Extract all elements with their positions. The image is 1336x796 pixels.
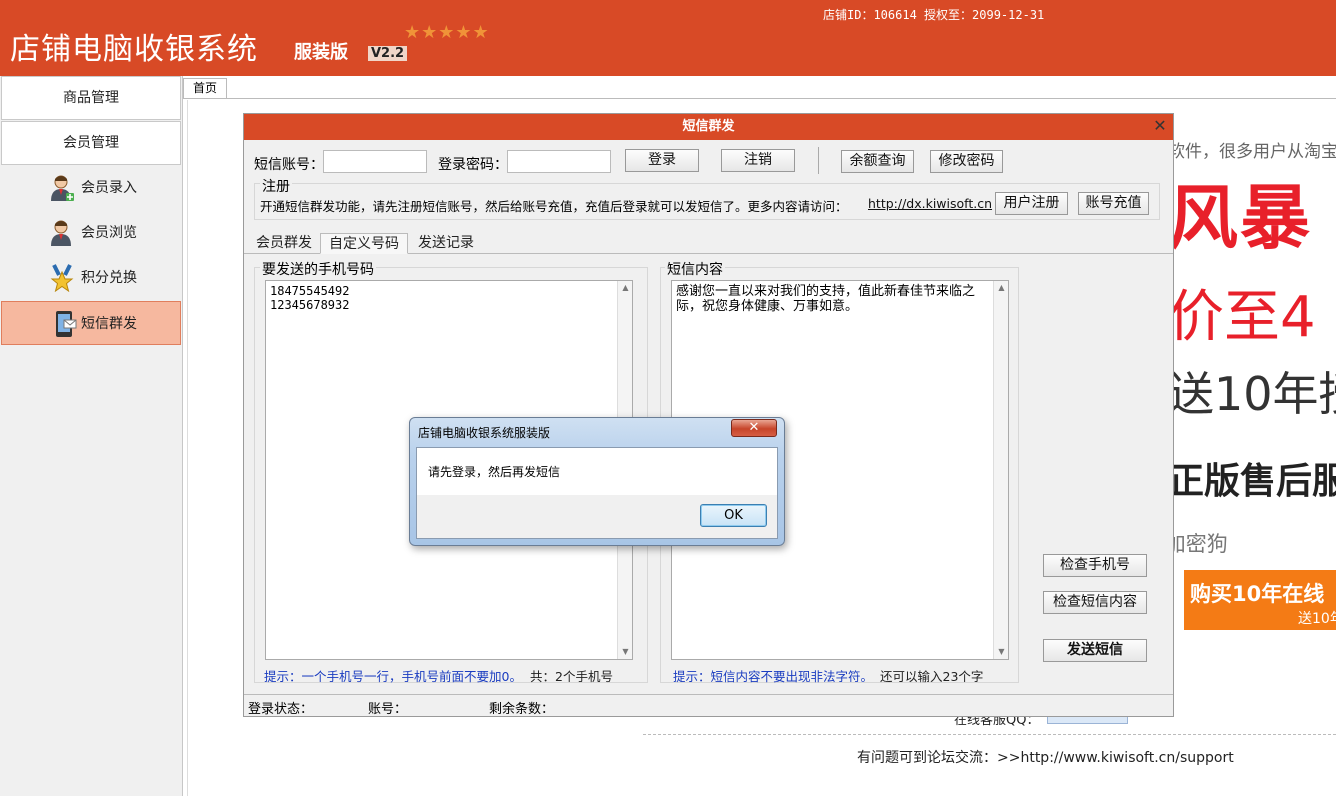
sidebar-item-label: 会员浏览 xyxy=(81,225,137,241)
sidebar-item-label: 会员录入 xyxy=(81,180,137,196)
app-header: 店铺电脑收银系统 服装版 V2.2 ★★★★★ 店铺ID：106614 授权至：… xyxy=(0,0,1336,76)
points-medal-icon xyxy=(50,264,74,292)
alert-dialog: 店铺电脑收银系统服装版 ✕ 请先登录，然后再发短信 OK xyxy=(409,417,785,546)
register-group-legend: 注册 xyxy=(260,176,292,196)
close-icon[interactable]: ✕ xyxy=(731,419,777,437)
phone-count: 共：2个手机号 xyxy=(530,669,613,684)
status-remaining-label: 剩余条数： xyxy=(489,702,555,717)
send-sms-button[interactable]: 发送短信 xyxy=(1043,639,1147,662)
sidebar-item-label: 积分兑换 xyxy=(81,270,137,286)
alert-message-area: 请先登录，然后再发短信 xyxy=(417,448,777,495)
sms-content-legend: 短信内容 xyxy=(665,259,725,279)
register-info-link[interactable]: http://dx.kiwisoft.cn xyxy=(868,196,992,211)
ad-buy-line2: 送10年 xyxy=(1298,611,1336,627)
ad-price-line: 价至4 xyxy=(1168,285,1316,350)
ad-buy-line1: 购买10年在线 xyxy=(1190,582,1325,606)
sms-dialog: 短信群发 ✕ 短信账号： 登录密码： 登录 注销 余额查询 修改密码 注册 开通… xyxy=(243,113,1174,717)
forum-link[interactable]: 有问题可到论坛交流：>>http://www.kiwisoft.cn/suppo… xyxy=(857,747,1234,767)
scroll-up-icon[interactable]: ▲ xyxy=(994,281,1009,295)
status-account-label: 账号： xyxy=(368,702,408,717)
sidebar: 商品管理 会员管理 会员录入 会员浏览 积分兑换 短信群发 xyxy=(0,76,183,796)
login-button[interactable]: 登录 xyxy=(625,149,699,172)
scroll-up-icon[interactable]: ▲ xyxy=(618,281,633,295)
ok-button[interactable]: OK xyxy=(700,504,767,527)
ad-promo-line: 送10年授 xyxy=(1168,367,1336,421)
check-content-button[interactable]: 检查短信内容 xyxy=(1043,591,1147,614)
ad-buy-banner[interactable]: 购买10年在线 送10年 xyxy=(1184,570,1336,630)
sidebar-item-sms[interactable]: 短信群发 xyxy=(1,301,181,345)
sms-password-input[interactable] xyxy=(507,150,611,173)
scroll-down-icon[interactable]: ▼ xyxy=(618,645,633,659)
sms-status-bar: 登录状态： 账号： 剩余条数： xyxy=(244,694,1173,717)
member-add-icon xyxy=(51,175,74,201)
content-hint: 提示：短信内容不要出现非法字符。 xyxy=(673,669,874,684)
tab-send-history[interactable]: 发送记录 xyxy=(410,233,482,254)
logout-button[interactable]: 注销 xyxy=(721,149,795,172)
check-phone-button[interactable]: 检查手机号 xyxy=(1043,554,1147,577)
sms-dialog-title: 短信群发 xyxy=(244,114,1173,140)
sidebar-item-points[interactable]: 积分兑换 xyxy=(1,256,181,300)
login-status-label: 登录状态： xyxy=(248,702,314,717)
member-browse-icon xyxy=(51,220,71,246)
dashed-divider xyxy=(643,734,1336,735)
sms-password-label: 登录密码： xyxy=(438,157,508,173)
scroll-down-icon[interactable]: ▼ xyxy=(994,645,1009,659)
sms-account-label: 短信账号： xyxy=(254,157,324,173)
sidebar-category-members[interactable]: 会员管理 xyxy=(1,121,181,165)
ad-headline: 风暴 xyxy=(1168,177,1312,259)
phone-numbers-legend: 要发送的手机号码 xyxy=(260,259,376,279)
sms-account-input[interactable] xyxy=(323,150,427,173)
edition-label: 服装版 xyxy=(294,42,348,63)
change-password-button[interactable]: 修改密码 xyxy=(930,150,1003,173)
sidebar-item-label: 短信群发 xyxy=(81,316,137,332)
shop-info: 店铺ID：106614 授权至：2099-12-31 xyxy=(823,8,1045,22)
user-register-button[interactable]: 用户注册 xyxy=(995,192,1068,215)
ad-subtitle: 软件，很多用户从淘宝 xyxy=(1168,142,1336,162)
tab-home[interactable]: 首页 xyxy=(183,78,227,98)
sidebar-item-member-add[interactable]: 会员录入 xyxy=(1,166,181,210)
toolbar-separator xyxy=(818,147,819,174)
alert-message: 请先登录，然后再发短信 xyxy=(428,465,561,479)
content-remaining: 还可以输入23个字 xyxy=(880,669,984,684)
close-icon[interactable]: ✕ xyxy=(1150,116,1170,136)
phone-hint: 提示：一个手机号一行，手机号前面不要加0。 xyxy=(264,669,522,684)
alert-title: 店铺电脑收银系统服装版 xyxy=(418,426,551,440)
sidebar-item-member-browse[interactable]: 会员浏览 xyxy=(1,211,181,255)
alert-body: 请先登录，然后再发短信 OK xyxy=(416,447,778,539)
app-title: 店铺电脑收银系统 xyxy=(10,32,258,67)
version-badge: V2.2 xyxy=(368,46,408,61)
register-info-text: 开通短信群发功能，请先注册短信账号，然后给账号充值，充值后登录就可以发短信了。更… xyxy=(260,199,848,214)
sms-content-scrollbar[interactable]: ▲ ▼ xyxy=(993,281,1008,659)
page-border xyxy=(187,100,188,796)
ad-service-line: 正版售后服 xyxy=(1168,461,1336,502)
tab-custom-numbers[interactable]: 自定义号码 xyxy=(320,233,408,254)
account-recharge-button[interactable]: 账号充值 xyxy=(1078,192,1149,215)
tab-member-broadcast[interactable]: 会员群发 xyxy=(248,233,320,254)
rating-stars-icon: ★★★★★ xyxy=(404,22,490,43)
sidebar-category-products[interactable]: 商品管理 xyxy=(1,76,181,120)
balance-query-button[interactable]: 余额查询 xyxy=(841,150,914,173)
sms-phone-icon xyxy=(56,311,77,337)
tab-strip-divider xyxy=(183,98,1336,99)
